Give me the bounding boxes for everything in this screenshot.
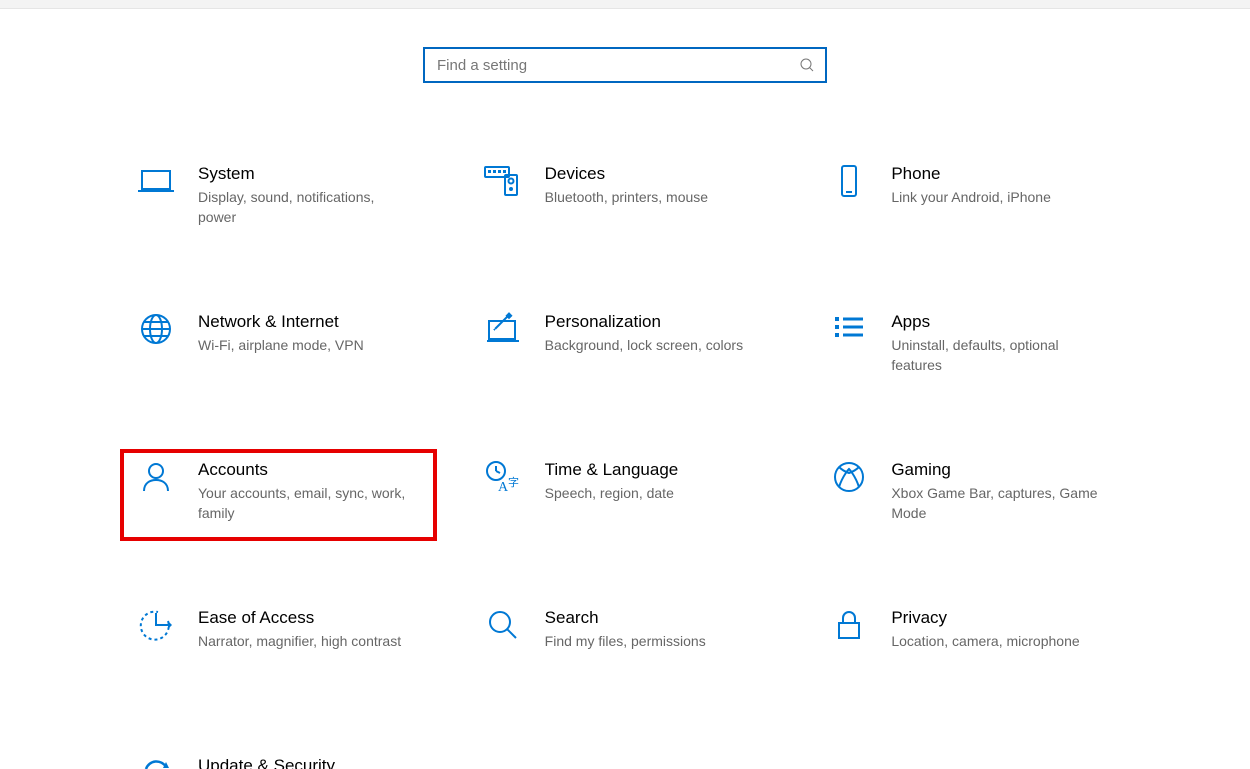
- tile-time-language[interactable]: A 字 Time & Language Speech, region, date: [467, 449, 784, 541]
- tile-desc: Uninstall, defaults, optional features: [891, 335, 1101, 375]
- tile-network[interactable]: Network & Internet Wi-Fi, airplane mode,…: [120, 301, 437, 393]
- tile-title: Apps: [891, 311, 1101, 333]
- tile-title: Personalization: [545, 311, 743, 333]
- search-input[interactable]: [435, 56, 799, 75]
- tile-desc: Bluetooth, printers, mouse: [545, 187, 708, 207]
- tile-desc: Link your Android, iPhone: [891, 187, 1051, 207]
- search-category-icon: [479, 607, 527, 643]
- tile-title: Devices: [545, 163, 708, 185]
- tile-accounts[interactable]: Accounts Your accounts, email, sync, wor…: [120, 449, 437, 541]
- tile-title: Gaming: [891, 459, 1101, 481]
- tile-title: Update & Security: [198, 755, 408, 769]
- tile-desc: Wi-Fi, airplane mode, VPN: [198, 335, 364, 355]
- tile-system[interactable]: System Display, sound, notifications, po…: [120, 153, 437, 245]
- accounts-icon: [132, 459, 180, 495]
- tile-phone[interactable]: Phone Link your Android, iPhone: [813, 153, 1130, 245]
- tile-desc: Find my files, permissions: [545, 631, 706, 651]
- tile-search[interactable]: Search Find my files, permissions: [467, 597, 784, 689]
- tile-title: Network & Internet: [198, 311, 364, 333]
- tile-title: Ease of Access: [198, 607, 401, 629]
- tile-title: System: [198, 163, 408, 185]
- tile-desc: Display, sound, notifications, power: [198, 187, 408, 227]
- tile-desc: Narrator, magnifier, high contrast: [198, 631, 401, 651]
- tile-desc: Xbox Game Bar, captures, Game Mode: [891, 483, 1101, 523]
- tile-gaming[interactable]: Gaming Xbox Game Bar, captures, Game Mod…: [813, 449, 1130, 541]
- tile-apps[interactable]: Apps Uninstall, defaults, optional featu…: [813, 301, 1130, 393]
- time-language-icon: A 字: [479, 459, 527, 495]
- tile-privacy[interactable]: Privacy Location, camera, microphone: [813, 597, 1130, 689]
- tile-personalization[interactable]: Personalization Background, lock screen,…: [467, 301, 784, 393]
- settings-grid: System Display, sound, notifications, po…: [120, 153, 1130, 769]
- tile-desc: Background, lock screen, colors: [545, 335, 743, 355]
- gaming-icon: [825, 459, 873, 495]
- tile-update-security[interactable]: Update & Security Windows Update, recove…: [120, 745, 437, 769]
- tile-ease-of-access[interactable]: Ease of Access Narrator, magnifier, high…: [120, 597, 437, 689]
- tile-title: Phone: [891, 163, 1051, 185]
- search-box[interactable]: [423, 47, 827, 83]
- ease-of-access-icon: [132, 607, 180, 643]
- window-top-bar: [0, 0, 1250, 9]
- privacy-icon: [825, 607, 873, 643]
- tile-desc: Your accounts, email, sync, work, family: [198, 483, 408, 523]
- search-icon: [799, 57, 815, 73]
- tile-devices[interactable]: Devices Bluetooth, printers, mouse: [467, 153, 784, 245]
- svg-text:字: 字: [508, 475, 519, 489]
- tile-title: Accounts: [198, 459, 408, 481]
- apps-icon: [825, 311, 873, 347]
- tile-desc: Speech, region, date: [545, 483, 679, 503]
- devices-icon: [479, 163, 527, 199]
- system-icon: [132, 163, 180, 199]
- tile-title: Time & Language: [545, 459, 679, 481]
- personalization-icon: [479, 311, 527, 347]
- update-security-icon: [132, 755, 180, 769]
- globe-icon: [132, 311, 180, 347]
- tile-title: Search: [545, 607, 706, 629]
- tile-desc: Location, camera, microphone: [891, 631, 1079, 651]
- tile-title: Privacy: [891, 607, 1079, 629]
- phone-icon: [825, 163, 873, 199]
